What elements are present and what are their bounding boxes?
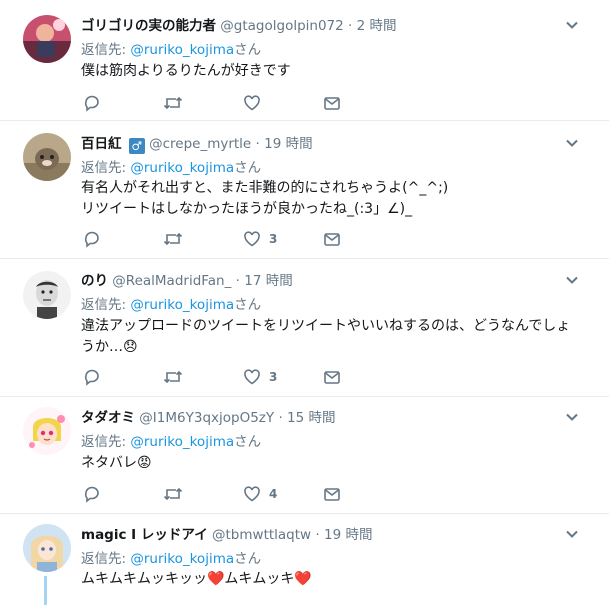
reply-prefix: 返信先: <box>81 42 131 58</box>
user-handle[interactable]: @RealMadridFan_ <box>112 273 231 289</box>
reply-suffix: さん <box>234 551 262 567</box>
display-name[interactable]: タダオミ <box>81 410 135 426</box>
reply-to-handle[interactable]: @ruriko_kojima <box>130 42 234 58</box>
thread-line <box>44 576 47 605</box>
retweet-icon <box>163 232 183 246</box>
reply-to-handle[interactable]: @ruriko_kojima <box>130 297 234 313</box>
separator-dot: · <box>348 18 353 34</box>
tweet-text-line: 僕は筋肉よりるりたんが好きです <box>81 63 291 79</box>
heart-icon <box>244 486 260 502</box>
user-handle[interactable]: @gtagolgolpin072 <box>220 18 343 34</box>
like-button[interactable]: 3 <box>243 368 277 386</box>
tweet-text-line: 有名人がそれ出すと、また非難の的にされちゃうよ(^_^;) <box>81 180 449 196</box>
avatar[interactable] <box>23 524 71 572</box>
user-handle[interactable]: @I1M6Y3qxjopO5zY <box>139 410 274 426</box>
tweet[interactable]: magic I レッドアイ @tbmwttlaqtw · 19 時間 返信先: … <box>0 514 609 605</box>
user-handle[interactable]: @tbmwttlaqtw <box>212 527 311 543</box>
retweet-icon <box>163 370 183 384</box>
retweet-button[interactable] <box>163 230 183 248</box>
timestamp[interactable]: 19 時間 <box>324 527 372 543</box>
tweet[interactable]: のり @RealMadridFan_ · 17 時間 返信先: @ruriko_… <box>0 259 609 397</box>
direct-message-button[interactable] <box>323 485 341 503</box>
chevron-down-icon[interactable] <box>565 527 579 541</box>
reply-suffix: さん <box>234 297 262 313</box>
chevron-down-icon[interactable] <box>565 18 579 32</box>
avatar[interactable] <box>23 133 71 181</box>
reply-prefix: 返信先: <box>81 297 131 313</box>
male-sign-badge: ♂ <box>128 138 145 154</box>
retweet-button[interactable] <box>163 485 183 503</box>
envelope-icon <box>324 233 340 246</box>
tweet[interactable]: ゴリゴリの実の能力者 @gtagolgolpin072 · 2 時間 返信先: … <box>0 0 609 121</box>
display-name[interactable]: のり <box>81 273 108 289</box>
tweet-text-line: ネタバレ😡 <box>81 455 152 471</box>
user-handle[interactable]: @crepe_myrtle <box>149 136 251 152</box>
chevron-down-icon[interactable] <box>565 136 579 150</box>
chevron-down-icon[interactable] <box>565 410 579 424</box>
reply-icon <box>84 486 99 503</box>
tweet-text-line: ムキムキムッキッッ❤️ムキムッキ❤️ <box>81 571 312 587</box>
display-name[interactable]: ゴリゴリの実の能力者 <box>81 18 216 34</box>
reply-prefix: 返信先: <box>81 434 131 450</box>
reply-icon <box>84 95 99 112</box>
retweet-icon <box>163 487 183 501</box>
tweet[interactable]: タダオミ @I1M6Y3qxjopO5zY · 15 時間 返信先: @ruri… <box>0 397 609 514</box>
reply-button[interactable] <box>83 368 101 386</box>
timestamp[interactable]: 2 時間 <box>357 18 397 34</box>
reply-prefix: 返信先: <box>81 551 131 567</box>
timestamp[interactable]: 15 時間 <box>287 410 335 426</box>
heart-icon <box>244 95 260 111</box>
separator-dot: · <box>255 136 260 152</box>
direct-message-button[interactable] <box>323 94 341 112</box>
tweet-text-line: リツイートはしなかったほうが良かったね_(:3」∠)_ <box>81 201 413 217</box>
display-name[interactable]: 百日紅 <box>81 136 122 152</box>
display-name[interactable]: magic I レッドアイ <box>81 527 208 543</box>
like-count: 3 <box>269 370 278 384</box>
tweet-text-line: 違法アップロードのツイートをリツイートやいいねするのは、どうなんでしょ <box>81 318 571 334</box>
timestamp[interactable]: 19 時間 <box>264 136 312 152</box>
like-button[interactable]: 3 <box>243 230 277 248</box>
avatar[interactable] <box>23 407 71 455</box>
avatar[interactable] <box>23 271 71 319</box>
reply-button[interactable] <box>83 94 101 112</box>
separator-dot: · <box>278 410 283 426</box>
separator-dot: · <box>315 527 320 543</box>
reply-to-handle[interactable]: @ruriko_kojima <box>130 160 234 176</box>
reply-button[interactable] <box>83 230 101 248</box>
reply-to-handle[interactable]: @ruriko_kojima <box>130 551 234 567</box>
reply-icon <box>84 231 99 248</box>
avatar[interactable] <box>23 15 71 63</box>
chevron-down-icon[interactable] <box>565 273 579 287</box>
retweet-button[interactable] <box>163 94 183 112</box>
reply-icon <box>84 369 99 386</box>
tweet[interactable]: 百日紅 ♂ @crepe_myrtle · 19 時間 返信先: @ruriko… <box>0 121 609 259</box>
reply-suffix: さん <box>234 160 262 176</box>
separator-dot: · <box>235 273 240 289</box>
retweet-button[interactable] <box>163 368 183 386</box>
heart-icon <box>244 369 260 385</box>
like-button[interactable] <box>243 94 269 112</box>
retweet-icon <box>163 96 183 110</box>
reply-button[interactable] <box>83 485 101 503</box>
tweet-text-line: うか…😞 <box>81 339 138 355</box>
like-count: 4 <box>269 487 278 501</box>
reply-suffix: さん <box>234 434 262 450</box>
direct-message-button[interactable] <box>323 368 341 386</box>
envelope-icon <box>324 488 340 501</box>
reply-prefix: 返信先: <box>81 160 131 176</box>
envelope-icon <box>324 97 340 110</box>
envelope-icon <box>324 371 340 384</box>
reply-to-handle[interactable]: @ruriko_kojima <box>130 434 234 450</box>
direct-message-button[interactable] <box>323 230 341 248</box>
like-count: 3 <box>269 232 278 246</box>
like-button[interactable]: 4 <box>243 485 277 503</box>
reply-suffix: さん <box>234 42 262 58</box>
timestamp[interactable]: 17 時間 <box>244 273 292 289</box>
heart-icon <box>244 231 260 247</box>
